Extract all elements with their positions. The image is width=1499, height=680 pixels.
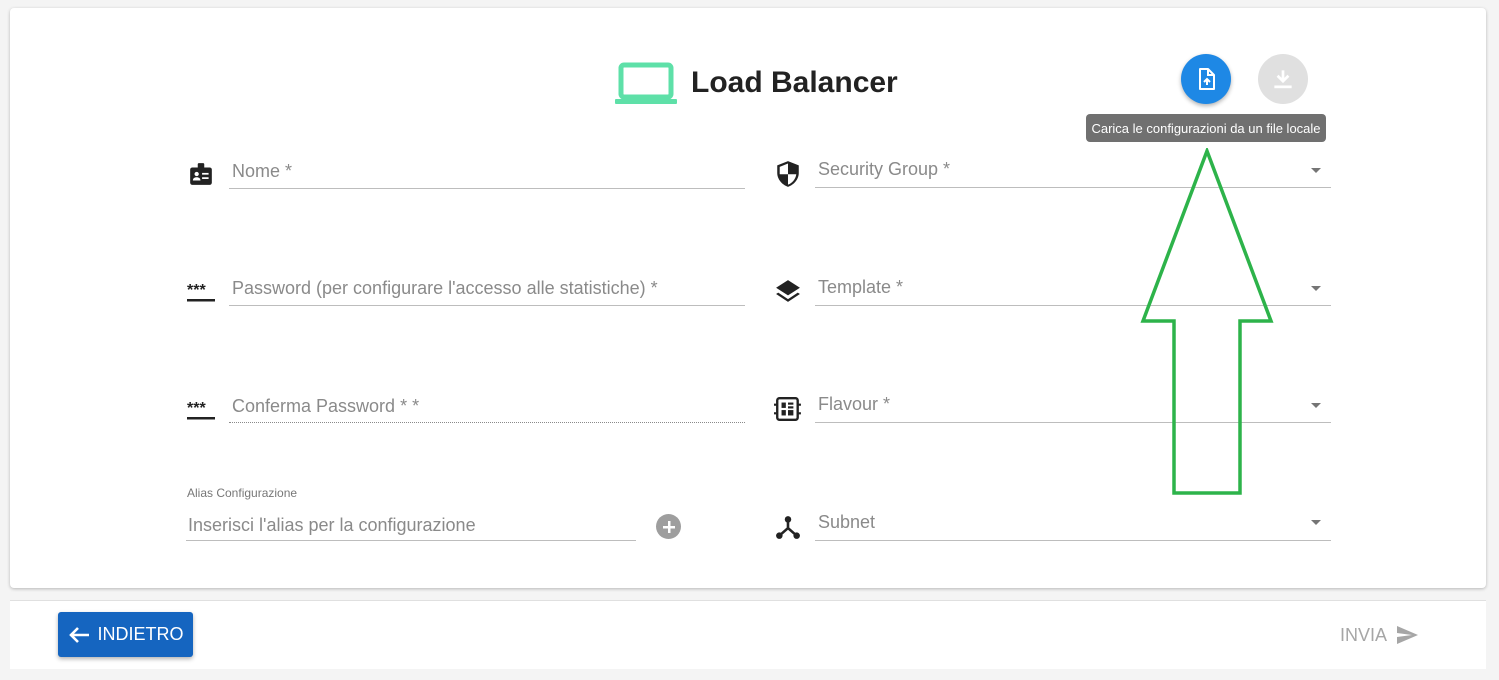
page-header: Load Balancer xyxy=(615,60,898,106)
password-underline xyxy=(229,305,745,306)
flavour-label: Flavour * xyxy=(818,394,891,414)
send-button[interactable]: INVIA xyxy=(1340,620,1421,650)
annotation-arrow xyxy=(1140,148,1274,495)
send-icon xyxy=(1397,626,1419,644)
subnet-label: Subnet xyxy=(818,512,876,532)
alias-underline xyxy=(186,540,636,541)
svg-text:***: *** xyxy=(187,282,206,299)
add-circle-icon xyxy=(662,520,675,533)
upload-file-icon xyxy=(1199,68,1215,90)
password-icon: *** xyxy=(187,396,215,424)
chevron-down-icon xyxy=(1311,520,1321,525)
alias-label: Alias Configurazione xyxy=(187,486,298,500)
network-icon xyxy=(774,513,802,541)
password-icon: *** xyxy=(187,278,215,306)
password-label: Password (per configurare l'accesso alle… xyxy=(232,278,658,298)
send-button-label: INVIA xyxy=(1340,624,1388,645)
upload-config-button[interactable] xyxy=(1181,54,1231,104)
laptop-icon xyxy=(615,62,677,104)
upload-tooltip: Carica le configurazioni da un file loca… xyxy=(1086,114,1326,142)
security-group-label: Security Group * xyxy=(818,159,951,179)
svg-text:***: *** xyxy=(187,400,206,417)
page-title: Load Balancer xyxy=(691,66,898,99)
nome-label: Nome * xyxy=(232,161,293,181)
download-icon xyxy=(1274,70,1292,89)
download-config-button[interactable] xyxy=(1258,54,1308,104)
chevron-down-icon xyxy=(1311,403,1321,408)
shield-icon xyxy=(774,160,802,188)
id-badge-icon xyxy=(187,160,215,188)
back-button[interactable]: INDIETRO xyxy=(58,612,193,657)
chevron-down-icon xyxy=(1311,168,1321,173)
chip-icon xyxy=(774,395,802,423)
confirm-password-label: Conferma Password * * xyxy=(232,396,420,416)
arrow-left-icon xyxy=(69,626,90,643)
chevron-down-icon xyxy=(1311,286,1321,291)
add-alias-button[interactable] xyxy=(656,514,681,539)
nome-underline xyxy=(229,188,745,189)
layers-icon xyxy=(774,277,802,305)
template-label: Template * xyxy=(818,277,904,297)
subnet-underline xyxy=(815,540,1331,541)
alias-input[interactable] xyxy=(187,511,637,539)
back-button-label: INDIETRO xyxy=(97,624,184,644)
footer-bar xyxy=(10,600,1486,669)
confirm-password-underline xyxy=(229,422,745,423)
